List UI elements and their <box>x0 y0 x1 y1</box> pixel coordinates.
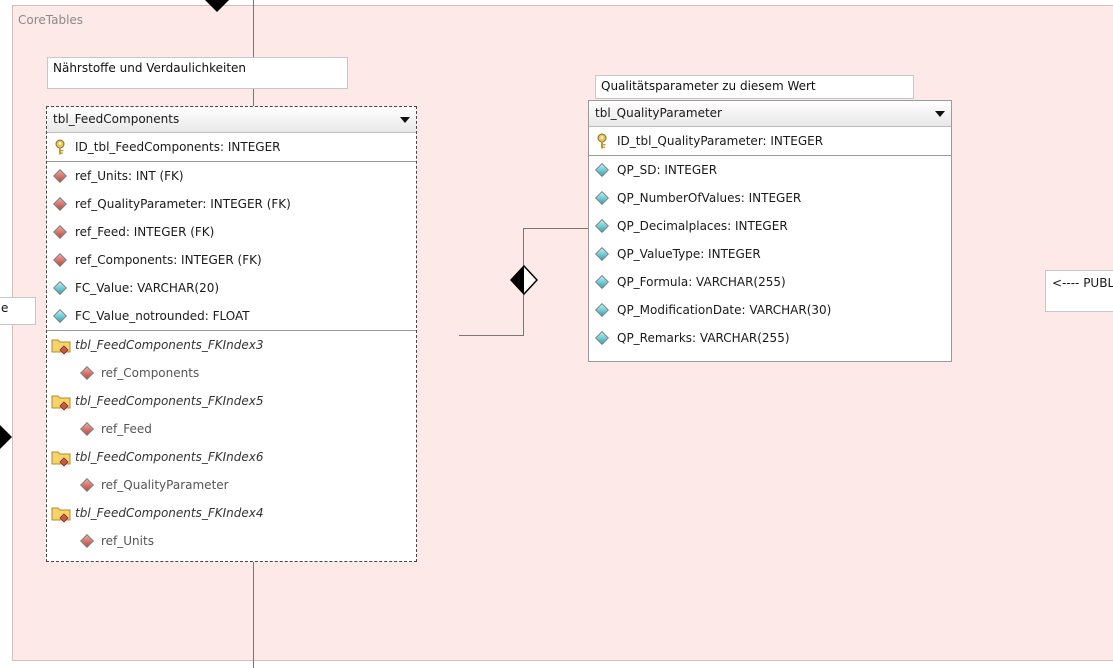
index-column-row[interactable]: ref_Components <box>47 359 416 387</box>
relationship-diamond-right[interactable] <box>510 265 538 295</box>
attribute-diamond-icon <box>53 281 67 295</box>
index-column-row[interactable]: ref_Units <box>47 527 416 555</box>
column-label: ref_Components: INTEGER (FK) <box>75 253 262 267</box>
column-row[interactable]: QP_SD: INTEGER <box>589 156 951 184</box>
fk-diamond-icon <box>53 253 67 267</box>
fk-diamond-icon <box>80 534 94 548</box>
column-row[interactable]: QP_ModificationDate: VARCHAR(30) <box>589 296 951 324</box>
column-row[interactable]: ref_QualityParameter: INTEGER (FK) <box>47 190 416 218</box>
fk-diamond-icon <box>53 225 67 239</box>
index-folder-icon <box>51 339 71 355</box>
fk-diamond-icon <box>53 169 67 183</box>
entity-title: tbl_QualityParameter <box>595 106 722 120</box>
index-folder-icon <box>51 395 71 411</box>
key-icon <box>597 133 607 149</box>
index-row[interactable]: tbl_FeedComponents_FKIndex5 <box>47 387 416 415</box>
column-row[interactable]: ref_Components: INTEGER (FK) <box>47 246 416 274</box>
note-quality-parameter[interactable]: Qualitätsparameter zu diesem Wert <box>595 75 914 99</box>
column-row[interactable]: ref_Units: INT (FK) <box>47 162 416 190</box>
index-column-label: ref_Components <box>101 366 200 380</box>
column-label: QP_ModificationDate: VARCHAR(30) <box>617 303 832 317</box>
entity-header[interactable]: tbl_QualityParameter <box>589 101 951 127</box>
column-row[interactable]: QP_Remarks: VARCHAR(255) <box>589 324 951 352</box>
dropdown-arrow-icon[interactable] <box>400 117 410 123</box>
column-label: QP_NumberOfValues: INTEGER <box>617 191 802 205</box>
index-column-label: ref_Units <box>101 534 154 548</box>
attribute-diamond-icon <box>595 275 609 289</box>
index-row[interactable]: tbl_FeedComponents_FKIndex3 <box>47 331 416 359</box>
column-label: FC_Value_notrounded: FLOAT <box>75 309 250 323</box>
column-label: QP_Formula: VARCHAR(255) <box>617 275 786 289</box>
index-column-label: ref_Feed <box>101 422 152 436</box>
region-label: CoreTables <box>18 13 84 27</box>
index-folder-icon <box>51 451 71 467</box>
index-folder-icon <box>51 507 71 523</box>
index-row[interactable]: tbl_FeedComponents_FKIndex4 <box>47 499 416 527</box>
entity-header[interactable]: tbl_FeedComponents <box>47 107 416 133</box>
connector-h2 <box>523 228 589 229</box>
attribute-diamond-icon <box>53 309 67 323</box>
column-row[interactable]: QP_Formula: VARCHAR(255) <box>589 268 951 296</box>
fk-diamond-icon <box>80 422 94 436</box>
relationship-diamond-top <box>205 0 229 12</box>
relationship-diamond-left <box>0 425 12 449</box>
index-column-row[interactable]: ref_QualityParameter <box>47 471 416 499</box>
index-column-row[interactable]: ref_Feed <box>47 415 416 443</box>
fk-diamond-icon <box>80 478 94 492</box>
fk-diamond-icon <box>80 366 94 380</box>
fk-diamond-icon <box>53 197 67 211</box>
pk-label: ID_tbl_FeedComponents: INTEGER <box>75 140 281 154</box>
pk-row[interactable]: ID_tbl_QualityParameter: INTEGER <box>589 127 951 155</box>
column-label: QP_SD: INTEGER <box>617 163 718 177</box>
entity-title: tbl_FeedComponents <box>53 112 180 126</box>
attribute-diamond-icon <box>595 331 609 345</box>
index-column-label: ref_QualityParameter <box>101 478 229 492</box>
diagram-canvas: CoreTables Nährstoffe und Verdaulichkeit… <box>0 0 1113 668</box>
index-row[interactable]: tbl_FeedComponents_FKIndex6 <box>47 443 416 471</box>
column-label: FC_Value: VARCHAR(20) <box>75 281 220 295</box>
column-label: ref_Feed: INTEGER (FK) <box>75 225 215 239</box>
connector-h1 <box>459 335 524 336</box>
attribute-diamond-icon <box>595 219 609 233</box>
key-icon <box>55 139 65 155</box>
column-row[interactable]: ref_Feed: INTEGER (FK) <box>47 218 416 246</box>
column-row[interactable]: QP_Decimalplaces: INTEGER <box>589 212 951 240</box>
column-label: ref_Units: INT (FK) <box>75 169 184 183</box>
dropdown-arrow-icon[interactable] <box>935 111 945 117</box>
note-feed-components[interactable]: Nährstoffe und Verdaulichkeiten <box>47 57 348 89</box>
column-label: QP_Decimalplaces: INTEGER <box>617 219 788 233</box>
index-name: tbl_FeedComponents_FKIndex3 <box>75 338 264 352</box>
column-label: ref_QualityParameter: INTEGER (FK) <box>75 197 291 211</box>
entity-feed-components[interactable]: tbl_FeedComponents ID_tbl_FeedComponents… <box>46 106 417 562</box>
column-row[interactable]: QP_NumberOfValues: INTEGER <box>589 184 951 212</box>
attribute-diamond-icon <box>595 191 609 205</box>
index-name: tbl_FeedComponents_FKIndex6 <box>75 450 264 464</box>
attribute-diamond-icon <box>595 247 609 261</box>
column-row[interactable]: FC_Value: VARCHAR(20) <box>47 274 416 302</box>
column-row[interactable]: FC_Value_notrounded: FLOAT <box>47 302 416 330</box>
column-label: QP_ValueType: INTEGER <box>617 247 761 261</box>
attribute-diamond-icon <box>595 303 609 317</box>
connector-top <box>253 0 254 106</box>
pk-label: ID_tbl_QualityParameter: INTEGER <box>617 134 824 148</box>
connector-bottom <box>253 562 254 668</box>
note-public-text: <---- PUBL <box>1052 276 1113 290</box>
column-label: QP_Remarks: VARCHAR(255) <box>617 331 790 345</box>
index-name: tbl_FeedComponents_FKIndex5 <box>75 394 264 408</box>
entity-quality-parameter[interactable]: tbl_QualityParameter ID_tbl_QualityParam… <box>588 100 952 362</box>
note-left-partial[interactable]: e <box>0 297 36 325</box>
pk-row[interactable]: ID_tbl_FeedComponents: INTEGER <box>47 133 416 161</box>
attribute-diamond-icon <box>595 163 609 177</box>
column-row[interactable]: QP_ValueType: INTEGER <box>589 240 951 268</box>
index-name: tbl_FeedComponents_FKIndex4 <box>75 506 264 520</box>
